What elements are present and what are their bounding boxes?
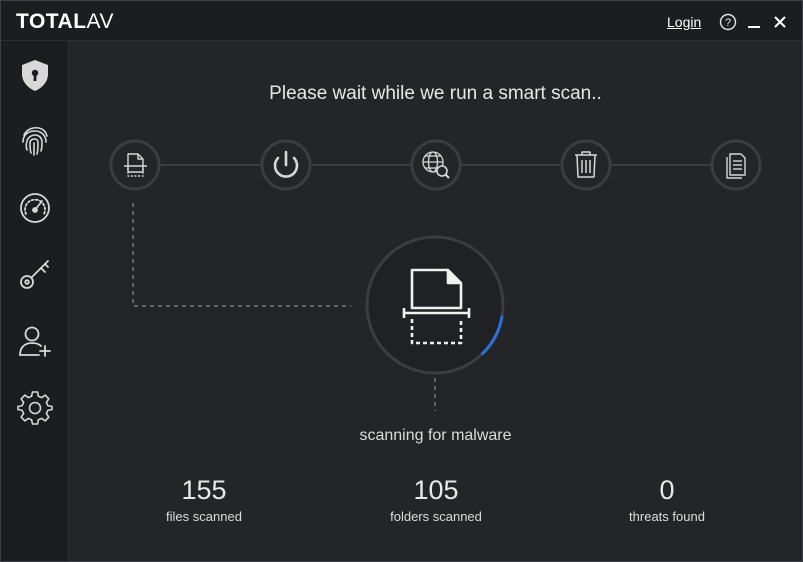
sidebar-item-settings[interactable] — [15, 387, 55, 427]
scan-progress-stage — [109, 139, 762, 411]
fingerprint-icon — [22, 126, 48, 156]
sidebar-item-add-user[interactable] — [15, 321, 55, 361]
sidebar — [1, 41, 69, 561]
minimize-icon — [748, 26, 760, 28]
title-bar: TOTALAV Login ? — [1, 1, 802, 41]
gear-icon — [17, 391, 53, 425]
app-logo: TOTALAV — [16, 10, 114, 34]
key-icon — [20, 260, 49, 289]
sidebar-item-antivirus[interactable] — [15, 55, 55, 95]
dashed-path-left — [132, 203, 351, 307]
speedometer-icon — [20, 193, 50, 223]
threats-count: 0 — [659, 475, 675, 505]
sidebar-item-identity[interactable] — [15, 121, 55, 161]
central-scanner — [365, 235, 505, 375]
close-icon — [774, 16, 786, 28]
app-window: TOTALAV Login ? Please wait while we run… — [0, 0, 803, 562]
help-icon: ? — [719, 13, 737, 31]
step-file-scan — [109, 139, 161, 191]
scan-panel: Please wait while we run a smart scan.. — [69, 41, 802, 561]
scan-status: scanning for malware — [359, 427, 512, 444]
files-label: files scanned — [166, 509, 242, 524]
stat-folders: 105 folders scanned — [356, 475, 516, 524]
threats-label: threats found — [629, 509, 705, 524]
stat-threats: 0 threats found — [587, 475, 747, 524]
stat-files: 155 files scanned — [124, 475, 284, 524]
help-glyph: ? — [725, 17, 731, 29]
add-user-icon — [19, 326, 51, 357]
sidebar-item-passwords[interactable] — [15, 254, 55, 294]
help-button[interactable]: ? — [719, 13, 737, 31]
step-startup — [260, 139, 312, 191]
step-report — [710, 139, 762, 191]
folders-label: folders scanned — [390, 509, 482, 524]
logo-light: AV — [86, 10, 115, 33]
folders-count: 105 — [413, 475, 459, 505]
login-link[interactable]: Login — [667, 14, 701, 30]
shield-icon — [22, 60, 48, 91]
minimize-button[interactable] — [746, 13, 762, 31]
close-button[interactable] — [772, 13, 788, 31]
scan-status-text: scanning for malware — [69, 427, 802, 445]
files-count: 155 — [181, 475, 227, 505]
step-junk — [560, 139, 612, 191]
sidebar-item-performance[interactable] — [15, 188, 55, 228]
logo-bold: TOTAL — [16, 10, 87, 33]
step-web — [410, 139, 462, 191]
